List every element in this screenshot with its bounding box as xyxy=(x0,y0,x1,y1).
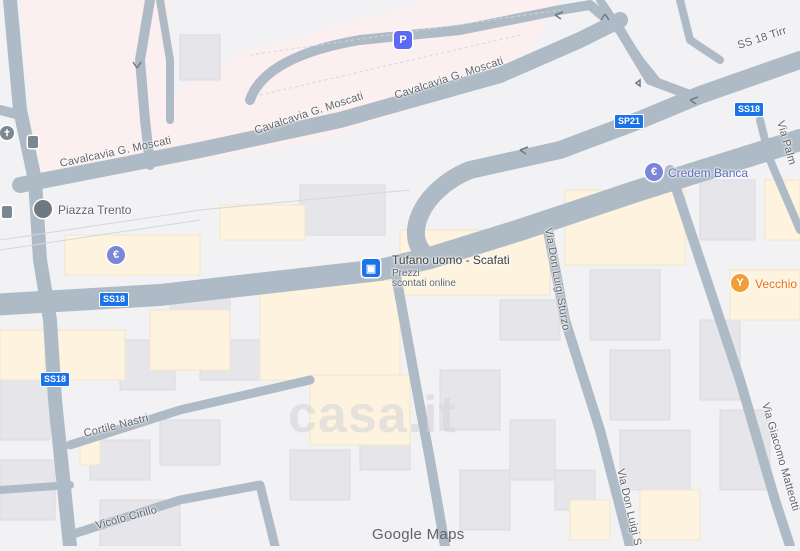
bus-stop-icon[interactable] xyxy=(28,136,38,148)
road-shield-sp21: SP21 xyxy=(614,114,645,129)
church-icon[interactable]: ✝ xyxy=(0,126,14,140)
poi-sublabel-scontati: scontati online xyxy=(392,278,456,289)
attribution-text: Google Maps xyxy=(372,526,465,543)
map-canvas[interactable]: Cavalcavia G. Moscati Cavalcavia G. Mosc… xyxy=(0,0,800,551)
road-shield-ss18: SS18 xyxy=(40,372,71,387)
bar-icon[interactable]: Y xyxy=(731,274,749,292)
poi-label-credem-banca[interactable]: Credem Banca xyxy=(668,166,748,180)
bus-stop-icon[interactable] xyxy=(2,206,12,218)
bank-icon[interactable]: € xyxy=(107,246,125,264)
parking-icon[interactable]: P xyxy=(394,31,412,49)
shopping-bag-icon[interactable]: ▣ xyxy=(362,259,380,277)
place-pin-icon[interactable] xyxy=(34,200,52,218)
watermark-logo: casa.it xyxy=(288,386,457,444)
bank-icon[interactable]: € xyxy=(645,163,663,181)
road-shield-ss18: SS18 xyxy=(734,102,765,117)
attribution-logo: Google Maps xyxy=(372,526,465,543)
poi-label-piazza-trento[interactable]: Piazza Trento xyxy=(58,203,131,217)
poi-label-tufano[interactable]: Tufano uomo - Scafati xyxy=(392,253,510,267)
road-shield-ss18: SS18 xyxy=(99,292,130,307)
poi-label-vecchio[interactable]: Vecchio xyxy=(755,277,797,291)
